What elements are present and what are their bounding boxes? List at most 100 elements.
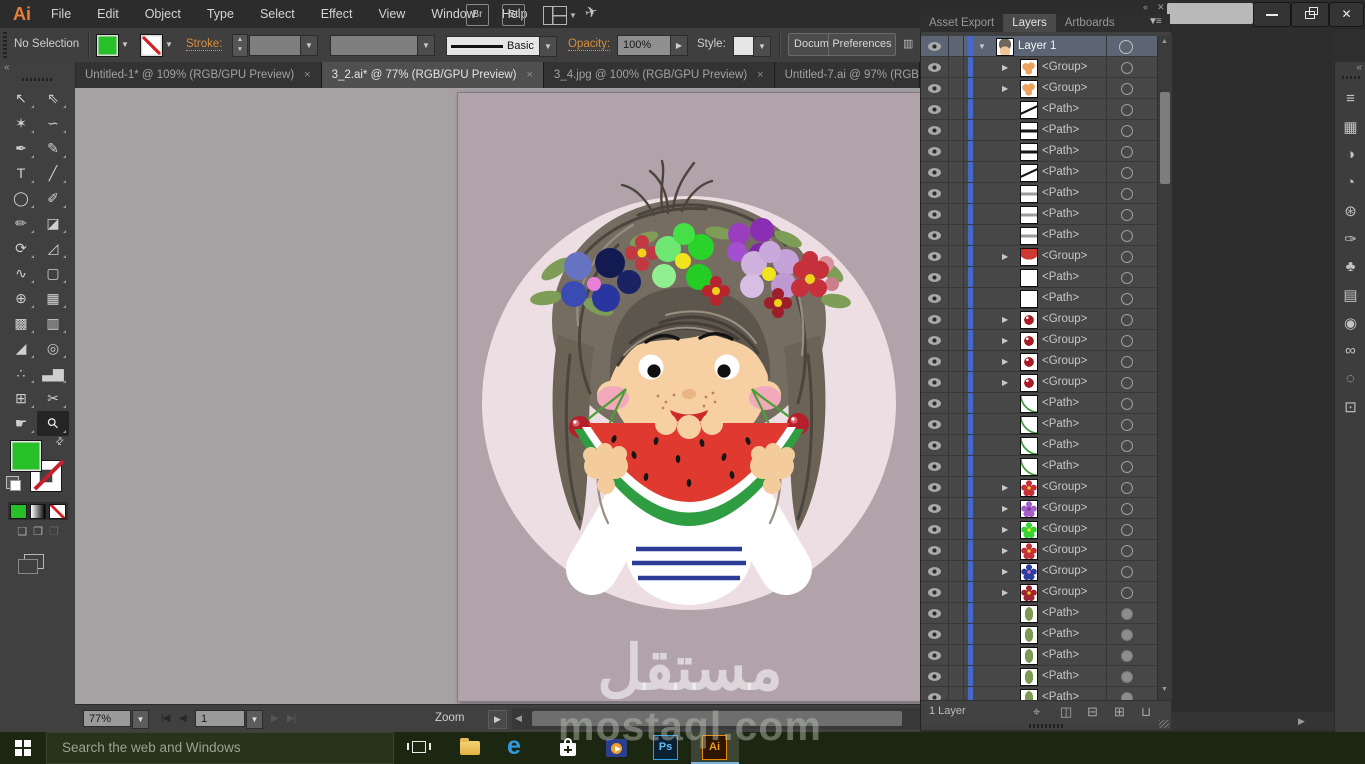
lock-cell[interactable] (949, 330, 964, 350)
document-tab[interactable]: Untitled-1* @ 109% (RGB/GPU Preview) × (75, 62, 322, 88)
menu-item-select[interactable]: Select (247, 0, 308, 28)
stroke-color-swatch[interactable] (140, 34, 163, 57)
lock-cell[interactable] (949, 267, 964, 287)
visibility-toggle[interactable] (921, 687, 949, 700)
visibility-toggle[interactable] (921, 519, 949, 539)
opacity-field[interactable]: 100% (617, 35, 676, 56)
layers-scrollbar[interactable]: ▲ ▼ (1157, 36, 1172, 700)
layer-row[interactable]: <Path> (921, 666, 1157, 687)
visibility-toggle[interactable] (921, 456, 949, 476)
disclosure-right-icon[interactable]: ▶ (1002, 252, 1008, 261)
draw-inside-icon[interactable]: ❒ (49, 525, 59, 538)
disclosure-right-icon[interactable]: ▶ (1002, 357, 1008, 366)
target-cell[interactable] (1106, 540, 1157, 560)
visibility-toggle[interactable] (921, 36, 949, 56)
opacity-arrow[interactable]: ▶ (670, 35, 688, 56)
slice-tool[interactable]: ✂ (37, 386, 69, 411)
layer-row[interactable]: <Path> (921, 183, 1157, 204)
stroke-panel-icon[interactable]: ≡ (1335, 90, 1365, 107)
visibility-toggle[interactable] (921, 225, 949, 245)
layer-row[interactable]: <Path> (921, 624, 1157, 645)
symbols-panel-icon[interactable]: ♣ (1335, 258, 1365, 275)
draw-normal-icon[interactable]: ❑ (17, 525, 27, 538)
none-button[interactable] (49, 504, 67, 519)
strip-grip[interactable] (1342, 76, 1360, 79)
stroke-width-dropdown[interactable]: ▼ (300, 35, 318, 56)
line-segment-tool[interactable]: ╱ (37, 161, 69, 186)
collapse-panel-icon[interactable]: « (1143, 2, 1148, 12)
target-circle[interactable] (1121, 377, 1133, 389)
target-cell[interactable] (1106, 561, 1157, 581)
target-cell[interactable] (1106, 267, 1157, 287)
panel-tab-layers[interactable]: Layers (1003, 14, 1056, 32)
new-layer-icon[interactable]: ⊞ (1114, 704, 1125, 720)
lock-cell[interactable] (949, 624, 964, 644)
panel-resize-grip[interactable] (1159, 720, 1169, 728)
color-guide-panel-icon[interactable]: ⊛ (1335, 202, 1365, 220)
target-cell[interactable] (1106, 246, 1157, 266)
close-icon[interactable]: × (757, 69, 763, 81)
lock-cell[interactable] (949, 162, 964, 182)
target-cell[interactable] (1106, 498, 1157, 518)
artboard-tool[interactable]: ⊞ (5, 386, 37, 411)
lock-cell[interactable] (949, 603, 964, 623)
target-cell[interactable] (1106, 477, 1157, 497)
lock-cell[interactable] (949, 351, 964, 371)
color-button[interactable] (10, 504, 27, 519)
preferences-button[interactable]: Preferences (828, 33, 896, 56)
target-cell[interactable] (1106, 36, 1157, 56)
status-arrow-button[interactable]: ▶ (488, 710, 507, 729)
default-fill-stroke-icon[interactable] (6, 476, 21, 491)
lock-cell[interactable] (949, 309, 964, 329)
draw-behind-icon[interactable]: ❒ (33, 525, 43, 538)
layer-row[interactable]: <Path> (921, 435, 1157, 456)
layer-row[interactable]: ▶ <Group> (921, 498, 1157, 519)
paintbrush-tool[interactable]: ✐ (37, 186, 69, 211)
visibility-toggle[interactable] (921, 498, 949, 518)
lock-cell[interactable] (949, 666, 964, 686)
artboard-number-field[interactable]: 1 (195, 710, 245, 727)
visibility-toggle[interactable] (921, 330, 949, 350)
illustrator-icon[interactable]: Ai (691, 732, 739, 764)
target-circle[interactable] (1121, 314, 1133, 326)
width-profile-field[interactable] (330, 35, 418, 56)
target-circle[interactable] (1121, 524, 1133, 536)
brushes-panel-icon[interactable]: ✑ (1335, 230, 1365, 248)
target-circle[interactable] (1121, 587, 1133, 599)
lock-cell[interactable] (949, 99, 964, 119)
visibility-toggle[interactable] (921, 603, 949, 623)
visibility-toggle[interactable] (921, 477, 949, 497)
layer-row[interactable]: ▶ <Group> (921, 477, 1157, 498)
document-tab[interactable]: 3_4.jpg @ 100% (RGB/GPU Preview) × (543, 62, 775, 88)
target-cell[interactable] (1106, 582, 1157, 602)
target-cell[interactable] (1106, 309, 1157, 329)
close-icon[interactable]: × (526, 69, 532, 81)
transparency-panel-icon[interactable]: ◉ (1335, 314, 1365, 332)
visibility-toggle[interactable] (921, 288, 949, 308)
mesh-tool[interactable]: ▩ (5, 311, 37, 336)
curvature-tool[interactable]: ✎ (37, 136, 69, 161)
target-cell[interactable] (1106, 204, 1157, 224)
start-button[interactable] (0, 732, 46, 764)
swap-fill-stroke-icon[interactable]: ⇄ (53, 435, 67, 449)
target-circle[interactable] (1121, 440, 1133, 452)
layer-row[interactable]: ▶ <Group> (921, 309, 1157, 330)
locate-object-icon[interactable]: ⌖ (1033, 704, 1040, 720)
column-graph-tool[interactable]: ▃▆ (37, 361, 69, 386)
symbol-sprayer-tool[interactable]: ∴ (5, 361, 37, 386)
layer-row[interactable]: ▼ Layer 1 (921, 36, 1157, 57)
visibility-toggle[interactable] (921, 183, 949, 203)
visibility-toggle[interactable] (921, 351, 949, 371)
target-circle[interactable] (1121, 293, 1133, 305)
task-view-button[interactable] (398, 732, 440, 764)
target-cell[interactable] (1106, 57, 1157, 77)
layer-row[interactable]: <Path> (921, 414, 1157, 435)
lock-cell[interactable] (949, 120, 964, 140)
rotate-tool[interactable]: ⟳ (5, 236, 37, 261)
panel-grip[interactable] (3, 32, 7, 58)
document-tab[interactable]: 3_2.ai* @ 77% (RGB/GPU Preview) × (321, 62, 544, 88)
layer-row[interactable]: <Path> (921, 162, 1157, 183)
target-circle[interactable] (1121, 251, 1133, 263)
scroll-left-icon[interactable]: ◀ (515, 713, 522, 724)
fill-swatch[interactable] (10, 440, 42, 472)
